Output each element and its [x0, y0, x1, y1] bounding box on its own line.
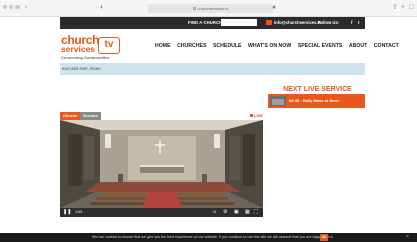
live-dot-icon	[250, 114, 253, 118]
captions-icon[interactable]: ▣	[234, 209, 239, 216]
tabs-icon[interactable]: □	[409, 3, 413, 13]
facebook-icon[interactable]: f	[351, 20, 353, 26]
logo-word-services: services	[61, 44, 96, 54]
new-tab-icon[interactable]: +	[401, 3, 405, 13]
nav-item-about[interactable]: ABOUT	[349, 43, 367, 50]
chevron-left-icon[interactable]: ‹	[18, 3, 20, 13]
next-service-thumbnail	[270, 96, 286, 106]
logo-tagline: Connecting Communities	[61, 55, 110, 60]
tab-church[interactable]: Church	[60, 112, 80, 120]
video-controls: ❚❚ 1:05 ◅ ⚙ ▣ ▦ ⛶	[60, 208, 263, 217]
video-player[interactable]: ❚❚ 1:05 ◅ ⚙ ▣ ▦ ⛶	[60, 120, 263, 217]
find-church-label: FIND A CHURCH	[188, 20, 223, 25]
nav-item-whats-on-now[interactable]: WHAT'S ON NOW	[248, 43, 291, 50]
close-window-dot[interactable]	[3, 5, 7, 9]
twitter-icon[interactable]: t	[358, 20, 360, 26]
nav-item-special-events[interactable]: SPECIAL EVENTS	[298, 43, 343, 50]
window-controls[interactable]	[3, 5, 19, 9]
video-time: 1:05	[75, 210, 83, 214]
next-service-label: 09:30 - Daily Mass at Noon	[289, 98, 340, 103]
url-text: churchservices.tv	[197, 6, 229, 11]
prayer-text: ever and ever. Amen.	[62, 66, 102, 71]
close-icon[interactable]: ×	[406, 234, 409, 241]
mail-icon	[266, 20, 272, 25]
next-service-card[interactable]: 09:30 - Daily Mass at Noon	[268, 94, 365, 108]
minimize-window-dot[interactable]	[9, 5, 13, 9]
fullscreen-icon[interactable]: ⛶	[254, 209, 258, 216]
nav-item-home[interactable]: HOME	[155, 43, 171, 50]
nav-item-schedule[interactable]: SCHEDULE	[213, 43, 242, 50]
live-label: LIVE	[254, 113, 263, 118]
nav-item-churches[interactable]: CHURCHES	[177, 43, 206, 50]
main-nav: HOME CHURCHES SCHEDULE WHAT'S ON NOW SPE…	[155, 43, 405, 50]
nav-item-contact[interactable]: CONTACT	[374, 43, 399, 50]
browser-toolbar: ‹ › ◐ churchservices.tv ● ⇧ + □	[0, 0, 417, 17]
picture-in-picture-icon[interactable]: ▦	[245, 209, 250, 216]
tab-sermon[interactable]: Sermon	[80, 112, 101, 120]
chevron-right-icon[interactable]: ›	[25, 3, 27, 13]
video-tabs: Church Sermon	[60, 112, 101, 120]
volume-icon[interactable]: ◅	[212, 209, 216, 216]
email-link[interactable]: info@churchservices.tv	[274, 20, 321, 26]
shield-icon[interactable]: ◐	[100, 3, 104, 13]
lock-icon	[192, 7, 196, 11]
pause-icon[interactable]: ❚❚	[63, 209, 71, 216]
share-icon[interactable]: ⇧	[392, 3, 398, 13]
cookie-banner: We use cookies to ensure that we give yo…	[0, 233, 417, 242]
cookie-ok-button[interactable]: Ok	[320, 234, 328, 241]
extension-icon[interactable]: ●	[272, 3, 276, 13]
site-logo[interactable]: church services tv Connecting Communitie…	[61, 34, 143, 62]
settings-icon[interactable]: ⚙	[223, 209, 227, 216]
address-bar[interactable]: churchservices.tv	[148, 4, 273, 13]
find-church-input[interactable]	[221, 19, 257, 26]
church-interior-image	[60, 120, 263, 217]
logo-tv-icon: tv	[98, 37, 120, 54]
follow-us-label: Follow Us:	[318, 20, 340, 25]
top-bar: FIND A CHURCH info@churchservices.tv Fol…	[60, 17, 365, 29]
next-live-service-title: NEXT LIVE SERVICE	[283, 86, 352, 93]
prayer-text-strip: ever and ever. Amen.	[60, 63, 365, 75]
live-badge: LIVE	[250, 112, 263, 120]
cookie-text: We use cookies to ensure that we give yo…	[92, 235, 334, 239]
